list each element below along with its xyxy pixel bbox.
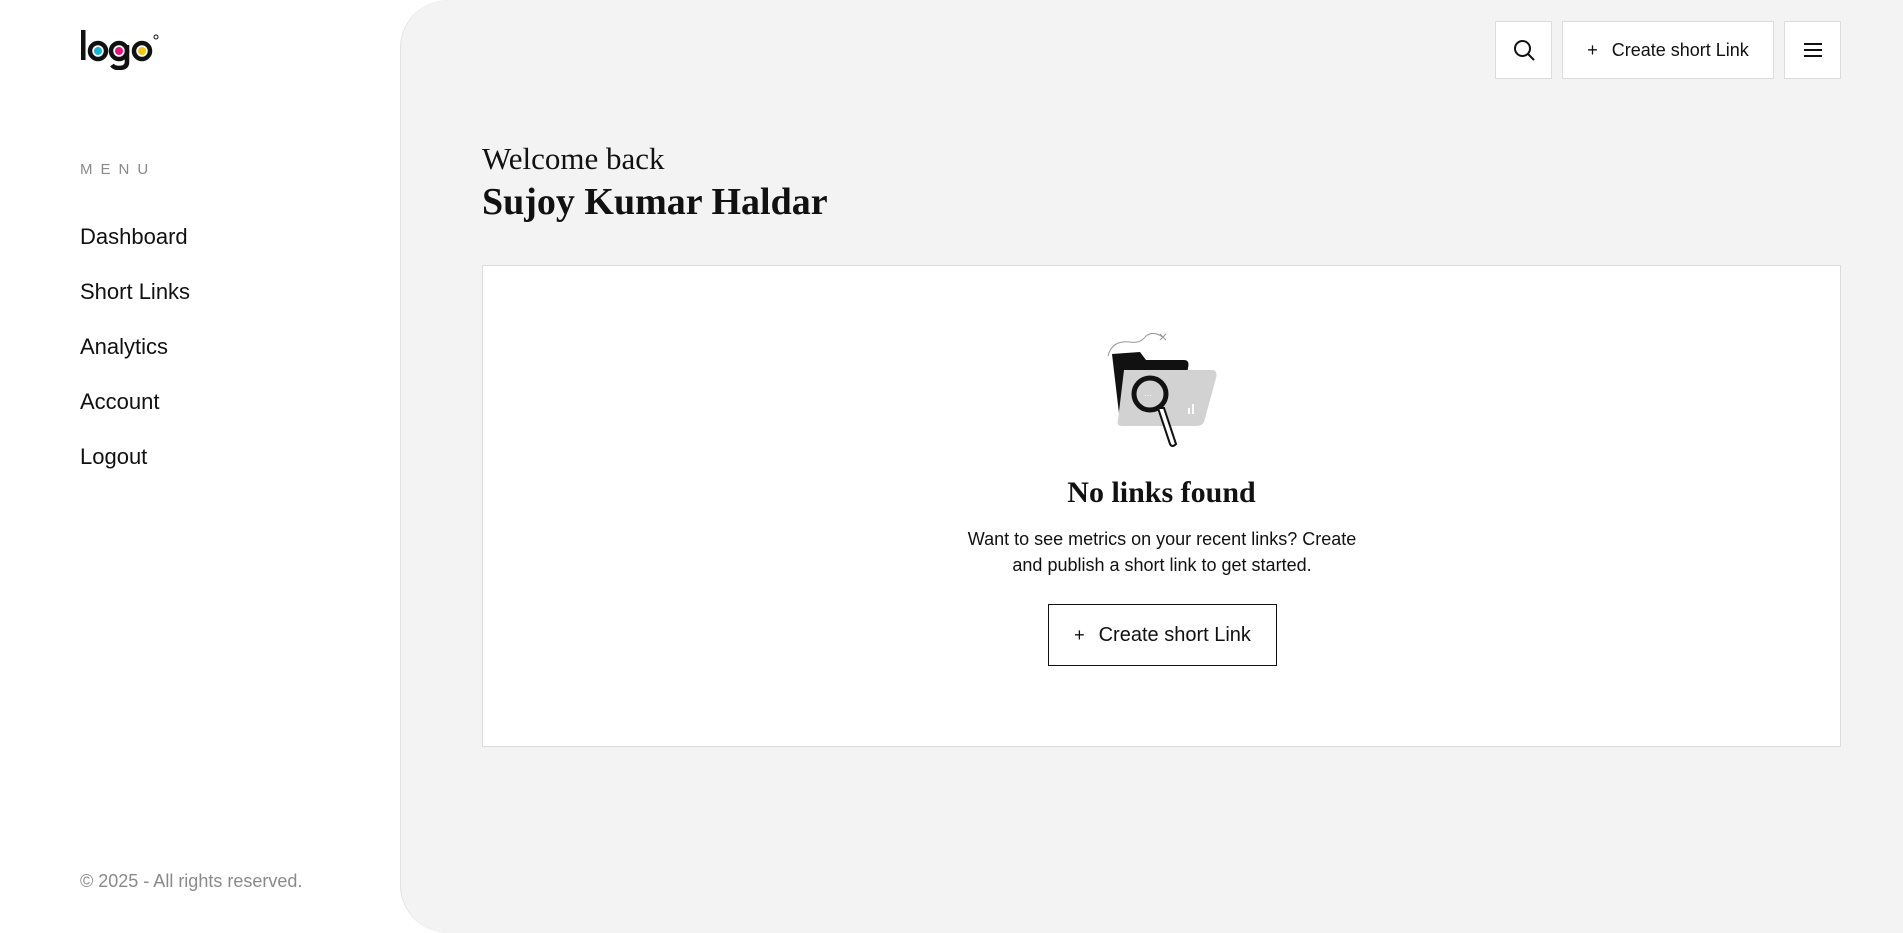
create-short-link-button[interactable]: + Create short Link (1048, 604, 1277, 666)
create-short-link-label: Create short Link (1098, 623, 1251, 646)
logo-icon (81, 30, 159, 70)
sidebar-item-dashboard[interactable]: Dashboard (80, 220, 190, 275)
empty-state-card: ... No links found Want to see metrics o… (482, 265, 1841, 747)
folder-magnifier-icon: ... (1090, 326, 1220, 461)
search-icon (1513, 40, 1534, 61)
top-toolbar: + Create short Link (1495, 21, 1841, 79)
create-short-link-label: Create short Link (1611, 39, 1749, 60)
empty-state-title: No links found (1067, 476, 1256, 509)
main-panel: + Create short Link Welcome back Sujoy K… (400, 0, 1903, 933)
sidebar-item-account[interactable]: Account (80, 385, 190, 440)
menu-button[interactable] (1784, 21, 1841, 79)
sidebar: MENU Dashboard Short Links Analytics Acc… (0, 0, 400, 933)
brand-logo[interactable] (79, 28, 161, 70)
create-short-link-button-top[interactable]: + Create short Link (1562, 21, 1774, 79)
sidebar-item-short-links[interactable]: Short Links (80, 275, 190, 330)
svg-text:...: ... (1144, 389, 1152, 398)
copyright-text: © 2025 - All rights reserved. (80, 871, 303, 891)
plus-icon: + (1074, 625, 1085, 645)
sidebar-nav: Dashboard Short Links Analytics Account … (80, 220, 190, 495)
empty-state-description: Want to see metrics on your recent links… (967, 529, 1357, 575)
welcome-greeting: Welcome back (482, 141, 665, 176)
hamburger-menu-icon (1803, 43, 1822, 57)
sidebar-item-analytics[interactable]: Analytics (80, 330, 190, 385)
plus-icon: + (1587, 40, 1598, 60)
menu-heading: MENU (80, 161, 157, 178)
user-name-title: Sujoy Kumar Haldar (482, 181, 828, 223)
sidebar-item-logout[interactable]: Logout (80, 440, 190, 495)
search-button[interactable] (1495, 21, 1552, 79)
